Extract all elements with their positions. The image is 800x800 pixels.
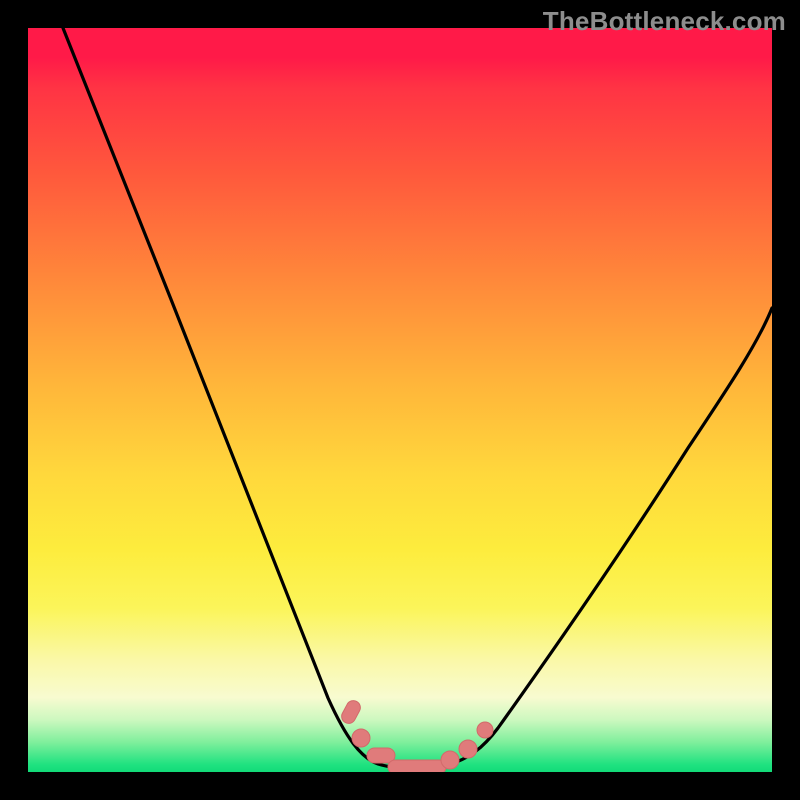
marker-cluster bbox=[339, 698, 493, 772]
bottleneck-curve bbox=[63, 28, 772, 769]
watermark-text: TheBottleneck.com bbox=[543, 6, 786, 37]
plot-area bbox=[28, 28, 772, 772]
chart-frame: TheBottleneck.com bbox=[0, 0, 800, 800]
curve-layer bbox=[28, 28, 772, 772]
